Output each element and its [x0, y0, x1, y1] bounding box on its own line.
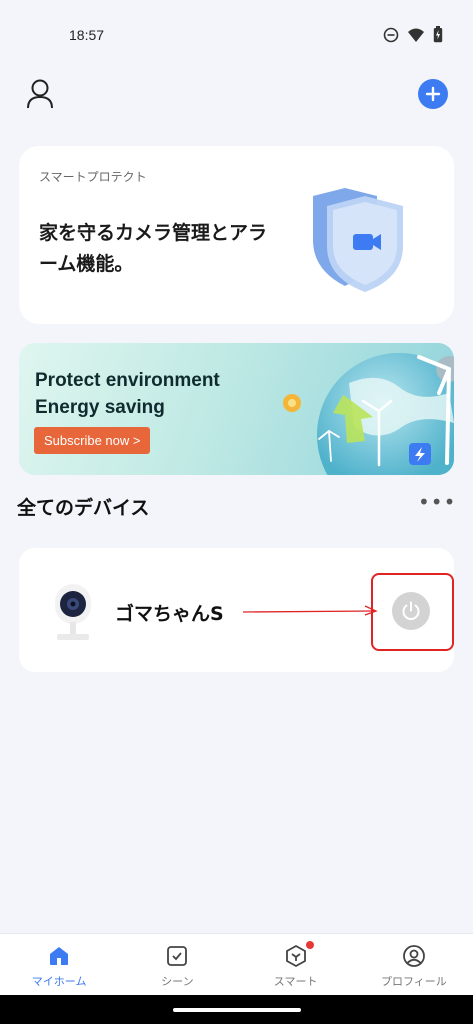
home-gesture-handle[interactable]	[173, 1008, 301, 1012]
tab-profile[interactable]: プロフィール	[355, 934, 473, 995]
banner-headline: Protect environment Energy saving	[35, 367, 220, 421]
power-toggle-button[interactable]	[392, 592, 430, 630]
tab-smart[interactable]: スマート	[237, 934, 355, 995]
status-bar: 18:57	[0, 0, 473, 60]
system-navigation-bar	[0, 995, 473, 1024]
person-icon	[27, 79, 53, 109]
security-shield-icon	[313, 188, 403, 292]
profile-icon	[402, 945, 425, 967]
tab-label-my-home: マイホーム	[31, 975, 87, 988]
power-icon	[402, 601, 420, 620]
device-name: ゴマちゃんS	[115, 603, 224, 625]
tab-label-scene: シーン	[161, 975, 194, 988]
camera-device-icon	[55, 584, 91, 640]
all-devices-title: 全てのデバイス	[17, 497, 150, 519]
plus-icon	[425, 86, 441, 102]
do-not-disturb-icon	[383, 27, 399, 42]
smart-cube-icon	[285, 944, 306, 968]
smart-protect-title: 家を守るカメラ管理とアラーム機能。	[39, 222, 268, 275]
home-icon	[50, 947, 69, 965]
tab-my-home[interactable]: マイホーム	[0, 934, 118, 995]
wifi-icon	[408, 28, 424, 42]
battery-icon	[433, 26, 443, 43]
smart-protect-card[interactable]: スマートプロテクト 家を守るカメラ管理とアラーム機能。	[19, 146, 454, 324]
annotation-arrow	[243, 605, 378, 616]
smart-notification-badge	[305, 941, 314, 949]
scene-check-icon	[167, 946, 188, 966]
globe-wind-turbine-illustration	[283, 353, 454, 475]
status-time: 18:57	[69, 27, 105, 43]
banner-line-2: Energy saving	[35, 397, 165, 418]
status-icons	[383, 26, 443, 43]
smart-protect-kicker: スマートプロテクト	[39, 170, 147, 184]
bottom-tab-bar: マイホーム シーン スマート プロフィール	[0, 933, 473, 995]
tab-scene[interactable]: シーン	[118, 934, 236, 995]
add-device-button[interactable]	[418, 79, 448, 109]
subscribe-now-button[interactable]: Subscribe now >	[34, 427, 151, 454]
energy-saving-banner[interactable]: Protect environment Energy saving Subscr…	[19, 343, 454, 475]
tab-label-profile: プロフィール	[380, 975, 447, 988]
device-card[interactable]: ゴマちゃんS	[19, 548, 454, 672]
account-button[interactable]	[22, 76, 58, 112]
more-options-button[interactable]: •••	[418, 492, 455, 513]
banner-line-1: Protect environment	[35, 370, 220, 391]
tab-label-smart: スマート	[273, 975, 318, 988]
